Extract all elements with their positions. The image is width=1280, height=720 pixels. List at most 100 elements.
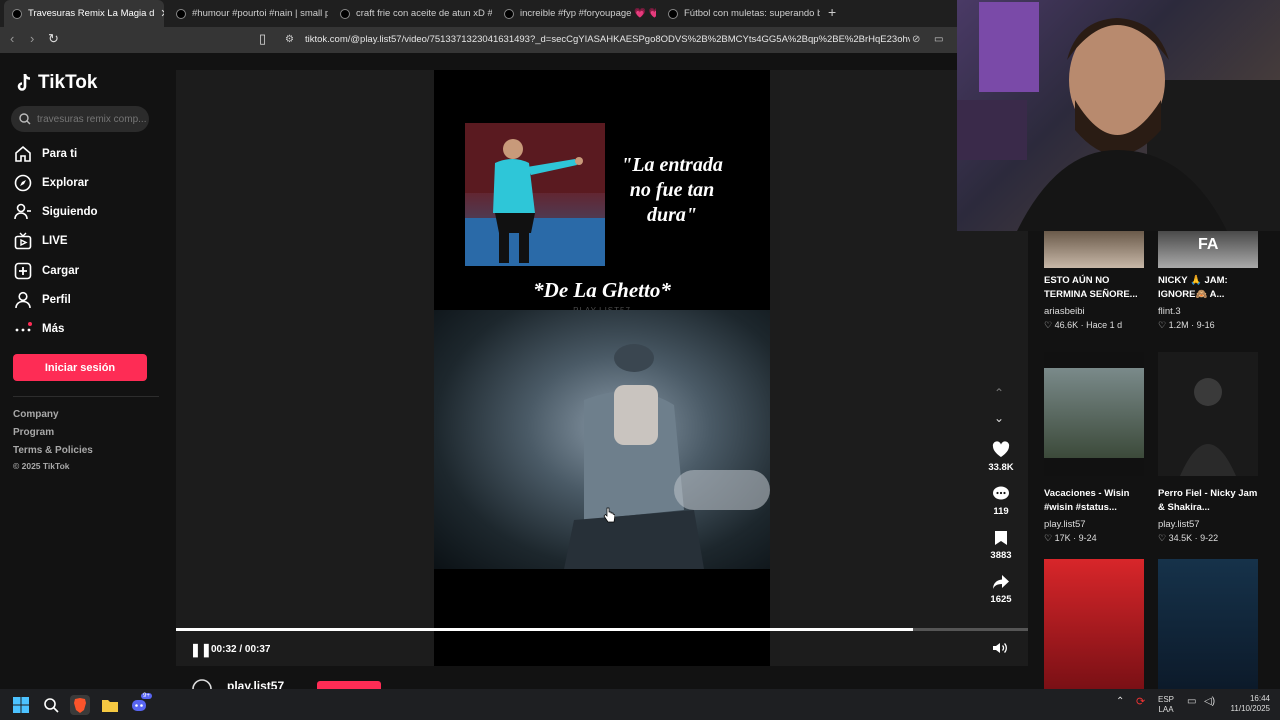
tray-sync-icon[interactable]: ⟳ (1136, 697, 1145, 708)
time-display: 00:32 / 00:37 (211, 644, 271, 655)
nav-label: Siguiendo (42, 206, 98, 218)
forward-icon[interactable]: › (30, 31, 34, 46)
related-user[interactable]: play.list57 (1158, 519, 1200, 530)
tab[interactable]: increible #fyp #foryoupage 💗 💗 #fy (496, 0, 656, 27)
brave-browser-icon[interactable] (70, 695, 90, 715)
tab[interactable]: craft frie con aceite de atun xD #vide (332, 0, 492, 27)
footer-link-terms[interactable]: Terms & Policies (13, 445, 93, 456)
tiktok-favicon-icon (340, 8, 350, 19)
clock[interactable]: 16:44 11/10/2025 (1226, 694, 1270, 714)
nav-live[interactable]: LIVE (14, 232, 68, 250)
save-action[interactable]: 3883 (980, 530, 1022, 561)
search-taskbar-icon[interactable] (41, 695, 61, 715)
login-button[interactable]: Iniciar sesión (13, 354, 147, 381)
like-action[interactable]: 33.8K (980, 441, 1022, 473)
related-thumb[interactable] (1044, 352, 1144, 476)
url-text[interactable]: tiktok.com/@play.list57/video/7513371323… (305, 34, 910, 45)
related-user[interactable]: flint.3 (1158, 306, 1181, 317)
related-title[interactable]: Vacaciones - Wisin #wisin #status... (1044, 487, 1152, 515)
tiktok-note-icon (17, 73, 31, 91)
tab-label: Fútbol con muletas: superando barre (684, 8, 820, 19)
clock-date: 11/10/2025 (1230, 704, 1270, 713)
footer-link-company[interactable]: Company (13, 409, 59, 420)
copyright: © 2025 TikTok (13, 461, 70, 471)
reload-icon[interactable]: ↻ (48, 31, 59, 47)
related-title[interactable]: Perro Fiel - Nicky Jam & Shakira... (1158, 487, 1266, 515)
nav-label: Para ti (42, 148, 78, 160)
related-thumb[interactable]: FA (1158, 231, 1258, 268)
nav-para-ti[interactable]: Para ti (14, 145, 77, 163)
nav-label: Más (42, 323, 65, 335)
search-input[interactable] (37, 113, 147, 125)
search-box[interactable] (11, 106, 149, 132)
related-thumb[interactable] (1158, 559, 1258, 689)
volume-icon[interactable] (992, 641, 1008, 660)
like-count: 33.8K (988, 462, 1014, 473)
heart-icon (992, 441, 1010, 457)
related-meta: ♡ 1.2M · 9-16 (1158, 320, 1215, 330)
comment-action[interactable]: 119 (980, 486, 1022, 517)
tab-active[interactable]: Travesuras Remix La Magia d ✕ (4, 0, 164, 27)
language-indicator[interactable]: ESP LAA (1158, 695, 1174, 715)
bookmark-icon[interactable]: ▯ (259, 31, 266, 47)
related-meta: ♡ 34.5K · 9-22 (1158, 533, 1219, 543)
nav-label: Cargar (42, 265, 80, 277)
clock-time: 16:44 (1249, 694, 1270, 703)
nav-siguiendo[interactable]: Siguiendo (14, 203, 98, 221)
back-icon[interactable]: ‹ (10, 31, 14, 46)
profile-icon (15, 291, 31, 309)
video-caption: *De La Ghetto* (533, 278, 671, 302)
tab[interactable]: Fútbol con muletas: superando barre (660, 0, 820, 27)
nav-label: Perfil (42, 294, 71, 306)
tab[interactable]: #humour #pourtoi #nain | small peo (168, 0, 328, 27)
discord-badge: 9+ (141, 693, 152, 699)
webcam-overlay (957, 0, 1280, 231)
nav-mas[interactable]: Más (14, 320, 64, 338)
close-tab-icon[interactable]: ✕ (160, 7, 164, 20)
scroll-up-icon[interactable]: ⌃ (994, 386, 1004, 400)
footer-link-program[interactable]: Program (13, 427, 54, 438)
avatar-stub[interactable] (192, 679, 212, 689)
author-row (176, 666, 1028, 689)
tiktok-favicon-icon (12, 8, 22, 19)
file-explorer-icon[interactable] (100, 695, 120, 715)
new-tab-icon[interactable]: + (828, 4, 836, 20)
bookmark-save-icon (995, 531, 1007, 545)
windows-start-icon[interactable] (11, 695, 31, 715)
more-icon (15, 322, 32, 332)
home-icon (15, 145, 31, 162)
related-user[interactable]: ariasbeibi (1044, 306, 1085, 317)
related-meta: ♡ 46.6K · Hace 1 d (1044, 320, 1123, 330)
reader-icon[interactable]: ⊘ (912, 34, 920, 45)
pause-icon[interactable]: ❚❚ (190, 642, 212, 658)
tray-chevron-icon[interactable]: ⌃ (1116, 697, 1124, 707)
related-thumb[interactable] (1044, 231, 1144, 268)
singer-clip (434, 310, 770, 569)
lang-code: ESP (1158, 695, 1175, 704)
nav-explorar[interactable]: Explorar (14, 174, 89, 192)
tiktok-favicon-icon (176, 8, 186, 19)
share-action[interactable]: 1625 (980, 574, 1022, 605)
tiktok-favicon-icon (668, 8, 678, 19)
nav-label: LIVE (42, 235, 68, 247)
related-thumb[interactable] (1044, 559, 1144, 689)
nav-cargar[interactable]: Cargar (14, 262, 79, 280)
scroll-down-icon[interactable]: ⌄ (994, 411, 1004, 425)
nav-label: Explorar (42, 177, 89, 189)
related-title[interactable]: ESTO AÚN NO TERMINA SEÑORE... (1044, 274, 1152, 302)
speaker-icon[interactable]: ◁) (1204, 697, 1215, 707)
nav-perfil[interactable]: Perfil (14, 291, 71, 309)
related-thumb[interactable] (1158, 352, 1258, 476)
tiktok-logo[interactable]: TikTok (16, 72, 97, 94)
progress-fill[interactable] (176, 628, 913, 631)
related-user[interactable]: play.list57 (1044, 519, 1086, 530)
site-info-icon[interactable]: ⚙ (285, 34, 294, 45)
screen-icon[interactable]: ▭ (934, 34, 943, 45)
discord-icon[interactable]: 9+ (130, 693, 152, 715)
network-icon[interactable]: ▭ (1187, 697, 1196, 707)
related-title[interactable]: NICKY 🙏 JAM: IGNORE🙈 A... (1158, 274, 1266, 302)
hand-cursor-icon (603, 507, 616, 528)
upload-icon (14, 262, 32, 280)
control-bar (176, 636, 1028, 666)
tab-label: #humour #pourtoi #nain | small peo (192, 8, 328, 19)
